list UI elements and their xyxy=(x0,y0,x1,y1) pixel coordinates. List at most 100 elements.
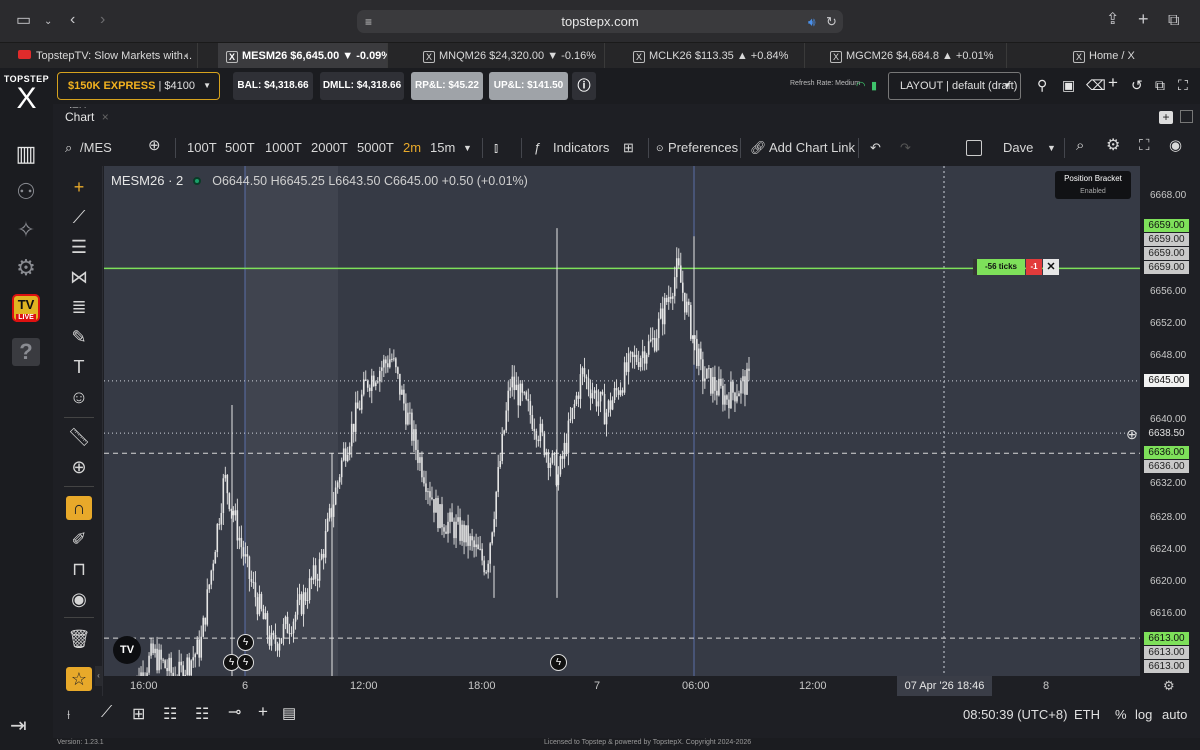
interval-15m[interactable]: 15m xyxy=(430,140,455,156)
forward-icon[interactable]: › xyxy=(100,12,105,28)
close-icon[interactable]: × xyxy=(102,110,109,124)
horizontal-lines-icon[interactable]: ☰ xyxy=(66,235,92,259)
event-lightning-icon[interactable]: ϟ xyxy=(237,654,254,671)
preferences-icon[interactable]: ⊙ xyxy=(656,140,664,156)
speaker-icon[interactable]: 🔈︎ xyxy=(184,43,191,69)
log-toggle[interactable]: log xyxy=(1135,707,1152,722)
zoom-in-icon[interactable]: ⊕ xyxy=(66,455,92,479)
line-tool-icon[interactable]: ⟋ xyxy=(101,704,112,722)
browser-tab-mclk26[interactable]: X MCLK26 $113.35 ▲ +0.84% xyxy=(625,43,805,69)
settings-icon[interactable]: ⚙ xyxy=(12,254,40,282)
maximize-icon[interactable] xyxy=(1180,110,1193,123)
save-icon[interactable]: ▣ xyxy=(1062,78,1075,92)
gear-icon[interactable]: ⚙ xyxy=(1106,138,1120,154)
templates-icon[interactable]: ⊞ xyxy=(623,140,634,156)
pattern-icon[interactable]: ⋈ xyxy=(66,265,92,289)
browser-tab-mnqm26[interactable]: X MNQM26 $24,320.00 ▼ -0.16% xyxy=(415,43,605,69)
gear-icon[interactable]: ⚙ xyxy=(1163,678,1175,694)
interval-2000t[interactable]: 2000T xyxy=(311,140,348,156)
delete-drawings-icon[interactable]: 🗑︎ xyxy=(66,627,92,651)
undo-icon[interactable]: ↶ xyxy=(870,140,881,156)
symbol-input[interactable]: /MES xyxy=(80,140,112,156)
chart-tab[interactable]: Chart × xyxy=(65,110,109,124)
help-icon[interactable]: ? xyxy=(12,338,40,366)
lock-drawing-icon[interactable]: ✐ xyxy=(66,527,92,551)
logout-icon[interactable]: ⇥ xyxy=(10,713,27,738)
chart-nav-icon[interactable]: ▥ xyxy=(12,140,40,168)
star-icon[interactable]: ☆ xyxy=(66,667,92,691)
account-name[interactable]: Dave xyxy=(1003,140,1033,156)
alert-icon[interactable]: ⓘ xyxy=(572,72,596,100)
chevron-down-icon[interactable]: ▼ xyxy=(1047,140,1056,156)
zoom-search-icon[interactable]: ⌕ xyxy=(1076,138,1084,154)
bracket-qty[interactable]: -1 xyxy=(1026,259,1042,275)
trash-icon[interactable]: ⌫ xyxy=(1086,78,1106,92)
indicators-button[interactable]: Indicators xyxy=(553,140,609,156)
fullscreen-chart-icon[interactable]: ⛶ xyxy=(1139,138,1150,154)
event-lightning-icon[interactable]: ϟ xyxy=(550,654,567,671)
reload-icon[interactable]: ↻ xyxy=(826,14,837,30)
tradingview-logo[interactable]: TV xyxy=(113,636,141,664)
range-icon[interactable]: ☷ xyxy=(163,704,177,724)
browser-tab-youtube[interactable]: TopstepTV: Slow Markets with... 🔈︎ xyxy=(10,43,198,69)
page-menu-icon[interactable]: ≡ xyxy=(365,14,372,30)
percent-toggle[interactable]: % xyxy=(1115,707,1127,722)
topstep-tv-icon[interactable]: TV LIVE xyxy=(12,294,40,322)
fib-icon[interactable]: ≣ xyxy=(66,295,92,319)
share-icon[interactable]: ⇪ xyxy=(1106,12,1119,28)
magnet-icon[interactable]: ∩ xyxy=(66,496,92,520)
address-bar[interactable]: topstepx.com xyxy=(357,10,843,33)
browser-tab-mesm26[interactable]: X MESM26 $6,645.00 ▼ -0.09% xyxy=(218,43,388,69)
lock-icon[interactable]: ⊓ xyxy=(66,557,92,581)
indicators-icon[interactable]: ƒ xyxy=(534,140,541,156)
browser-tab-home-x[interactable]: X Home / X xyxy=(1065,43,1200,69)
eye-icon[interactable]: ◉ xyxy=(66,587,92,611)
brush-icon[interactable]: ✎ xyxy=(66,325,92,349)
add-order-icon[interactable]: ⊕ xyxy=(1126,426,1138,443)
chevron-down-icon[interactable]: ⌄ xyxy=(44,14,52,30)
trendline-icon[interactable]: ⟋ xyxy=(66,205,92,229)
undo-layout-icon[interactable]: ↺ xyxy=(1131,78,1143,92)
sidebar-toggle-icon[interactable]: ▭ xyxy=(16,13,31,29)
redo-icon[interactable]: ↷ xyxy=(900,140,911,156)
link-icon[interactable]: 🔗︎ xyxy=(750,140,767,156)
grid-icon[interactable]: ⊞ xyxy=(132,704,145,724)
crosshair-icon[interactable]: + xyxy=(66,175,92,199)
chevron-down-icon[interactable]: ▼ xyxy=(463,140,472,156)
horizontal-line-icon[interactable]: ⊸ xyxy=(228,702,241,722)
candle-type-icon[interactable]: ⫾ xyxy=(494,140,498,156)
draw-tools-icon[interactable]: ⟊ xyxy=(67,707,70,723)
layout-selector[interactable]: LAYOUT | default (draft) ▼ xyxy=(888,72,1021,100)
interval-500t[interactable]: 500T xyxy=(225,140,255,156)
compare-icon[interactable]: ⊕ xyxy=(148,138,161,154)
preferences-button[interactable]: Preferences xyxy=(668,140,738,156)
collapse-icon[interactable]: ‹ xyxy=(95,666,102,686)
ruler-icon[interactable]: 📏︎ xyxy=(66,425,92,449)
stats-icon[interactable]: ✧ xyxy=(12,216,40,244)
interval-1000t[interactable]: 1000T xyxy=(265,140,302,156)
close-icon[interactable]: ✕ xyxy=(1043,259,1059,275)
calendar-icon[interactable]: ▤ xyxy=(282,704,296,722)
audio-icon[interactable]: 🔊︎ xyxy=(808,14,816,30)
add-icon[interactable]: + xyxy=(1108,74,1118,91)
emoji-icon[interactable]: ☺ xyxy=(66,385,92,409)
camera-icon[interactable]: ◉ xyxy=(1169,138,1182,154)
interval-2m[interactable]: 2m xyxy=(403,140,421,156)
chart-canvas[interactable] xyxy=(104,166,1140,696)
text-icon[interactable]: T xyxy=(66,355,92,379)
auto-toggle[interactable]: auto xyxy=(1162,707,1187,722)
fullscreen-icon[interactable]: ⛶ xyxy=(1178,78,1188,92)
community-icon[interactable]: ⚇ xyxy=(12,178,40,206)
tab-overview-icon[interactable]: ⧉ xyxy=(1168,13,1179,29)
crosshair-tool-icon[interactable]: + xyxy=(258,702,268,722)
bracket-ticks-label[interactable]: -56 ticks xyxy=(973,259,1025,275)
browser-tab-mgcm26[interactable]: X MGCM26 $4,684.8 ▲ +0.01% xyxy=(822,43,1007,69)
interval-5000t[interactable]: 5000T xyxy=(357,140,394,156)
event-lightning-icon[interactable]: ϟ xyxy=(237,634,254,651)
price-chart[interactable] xyxy=(104,166,1140,696)
search-icon[interactable]: ⌕ xyxy=(65,140,72,156)
add-chart-link-button[interactable]: Add Chart Link xyxy=(769,140,855,156)
paint-icon[interactable]: ⚲ xyxy=(1037,78,1047,92)
back-icon[interactable]: ‹ xyxy=(70,12,75,28)
add-chart-icon[interactable]: + xyxy=(1159,111,1173,124)
